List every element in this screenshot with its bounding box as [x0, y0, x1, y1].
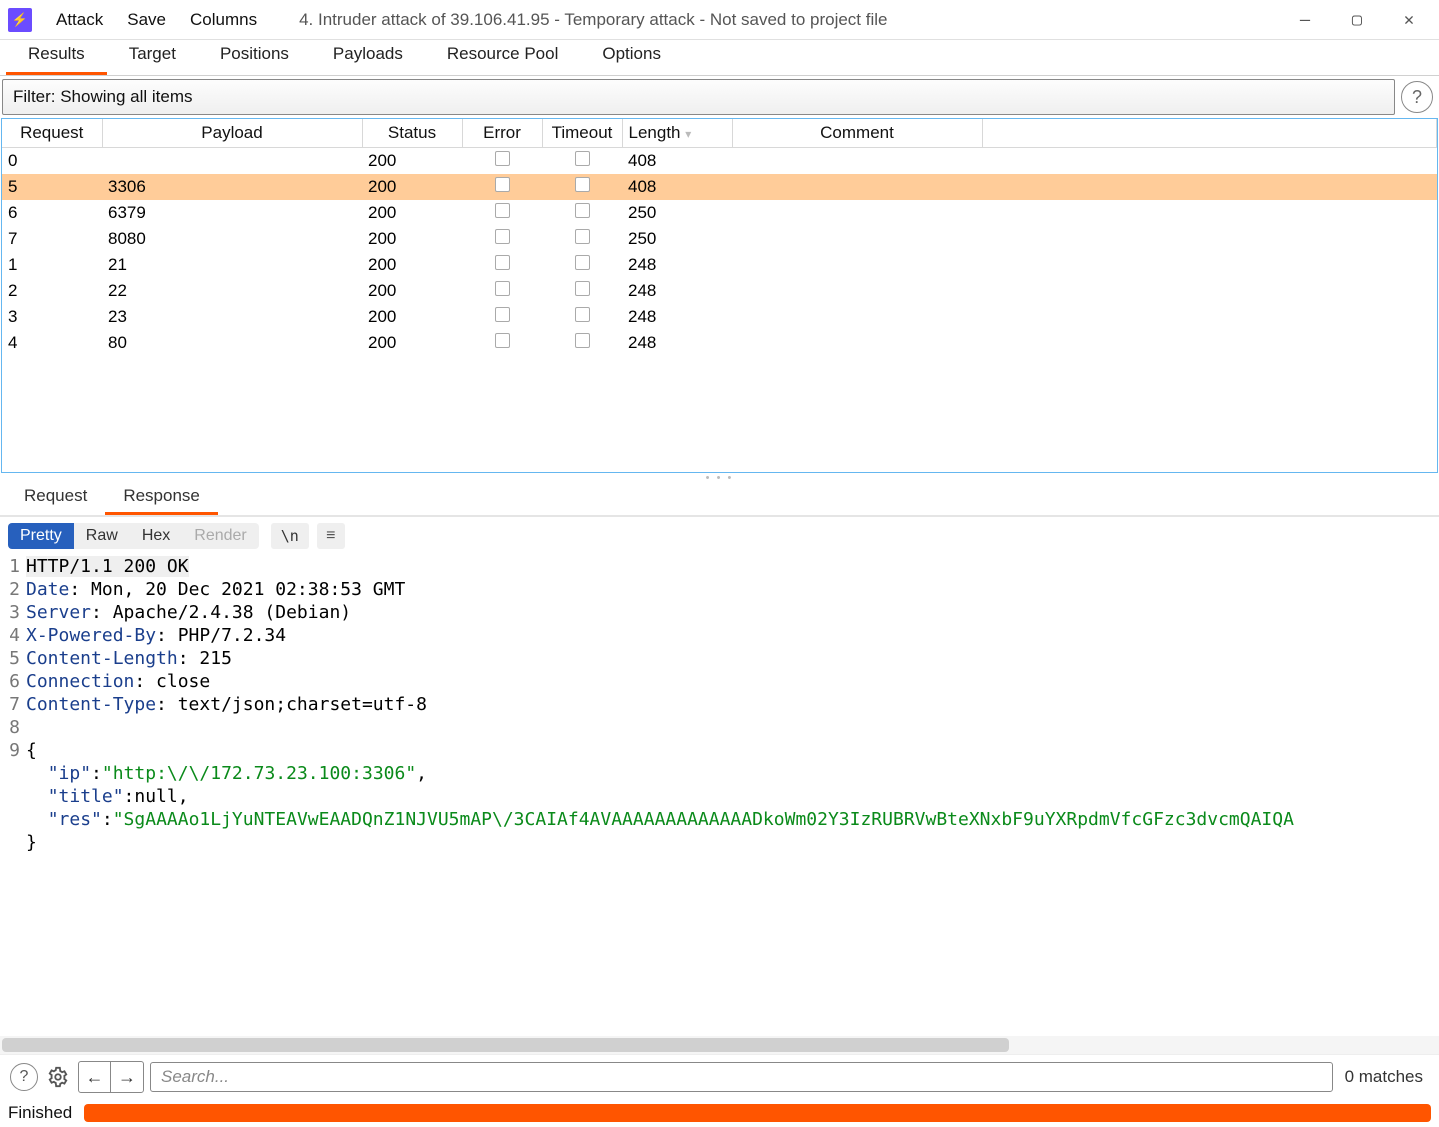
menu-columns[interactable]: Columns — [178, 0, 269, 40]
col-empty — [982, 119, 1437, 148]
minimize-button[interactable]: ― — [1279, 0, 1331, 40]
view-raw[interactable]: Raw — [74, 523, 130, 549]
table-row[interactable]: 323200248 — [2, 304, 1437, 330]
filter-bar: Filter: Showing all items ? — [2, 78, 1433, 116]
table-row[interactable]: 222200248 — [2, 278, 1437, 304]
error-checkbox[interactable] — [495, 281, 510, 296]
help-icon[interactable]: ? — [1401, 81, 1433, 113]
col-error[interactable]: Error — [462, 119, 542, 148]
view-render[interactable]: Render — [182, 523, 258, 549]
titlebar: ⚡ Attack Save Columns 4. Intruder attack… — [0, 0, 1439, 40]
error-checkbox[interactable] — [495, 333, 510, 348]
prev-match-button[interactable]: ← — [79, 1062, 111, 1092]
timeout-checkbox[interactable] — [575, 281, 590, 296]
chevron-down-icon: ▾ — [685, 127, 691, 141]
status-bar: Finished — [0, 1099, 1439, 1127]
tab-target[interactable]: Target — [107, 38, 198, 75]
table-header: Request Payload Status Error Timeout Len… — [2, 119, 1437, 148]
col-comment[interactable]: Comment — [732, 119, 982, 148]
timeout-checkbox[interactable] — [575, 151, 590, 166]
match-count: 0 matches — [1339, 1067, 1429, 1087]
error-checkbox[interactable] — [495, 255, 510, 270]
app-icon: ⚡ — [8, 8, 32, 32]
tab-positions[interactable]: Positions — [198, 38, 311, 75]
col-status[interactable]: Status — [362, 119, 462, 148]
error-checkbox[interactable] — [495, 307, 510, 322]
timeout-checkbox[interactable] — [575, 307, 590, 322]
view-bar: Pretty Raw Hex Render \n ≡ — [0, 517, 1439, 555]
table-row[interactable]: 78080200250 — [2, 226, 1437, 252]
tab-response[interactable]: Response — [105, 482, 218, 515]
error-checkbox[interactable] — [495, 177, 510, 192]
view-pretty[interactable]: Pretty — [8, 523, 74, 549]
error-checkbox[interactable] — [495, 151, 510, 166]
newline-chip[interactable]: \n — [271, 523, 309, 549]
col-payload[interactable]: Payload — [102, 119, 362, 148]
results-table: Request Payload Status Error Timeout Len… — [1, 118, 1438, 473]
timeout-checkbox[interactable] — [575, 229, 590, 244]
window-title: 4. Intruder attack of 39.106.41.95 - Tem… — [269, 10, 1279, 30]
table-row[interactable]: 480200248 — [2, 330, 1437, 356]
timeout-checkbox[interactable] — [575, 333, 590, 348]
tab-options[interactable]: Options — [580, 38, 683, 75]
timeout-checkbox[interactable] — [575, 203, 590, 218]
col-length[interactable]: Length ▾ — [622, 119, 732, 148]
tab-resource-pool[interactable]: Resource Pool — [425, 38, 581, 75]
tab-payloads[interactable]: Payloads — [311, 38, 425, 75]
col-request[interactable]: Request — [2, 119, 102, 148]
error-checkbox[interactable] — [495, 203, 510, 218]
maximize-button[interactable]: ▢ — [1331, 0, 1383, 40]
view-segment: Pretty Raw Hex Render — [8, 523, 259, 549]
gear-icon[interactable] — [44, 1063, 72, 1091]
error-checkbox[interactable] — [495, 229, 510, 244]
detail-tabs: Request Response — [0, 483, 1439, 517]
col-timeout[interactable]: Timeout — [542, 119, 622, 148]
next-match-button[interactable]: → — [111, 1062, 143, 1092]
menu-attack[interactable]: Attack — [44, 0, 115, 40]
table-row[interactable]: 66379200250 — [2, 200, 1437, 226]
timeout-checkbox[interactable] — [575, 177, 590, 192]
main-tabs: Results Target Positions Payloads Resour… — [0, 40, 1439, 76]
menu-save[interactable]: Save — [115, 0, 178, 40]
timeout-checkbox[interactable] — [575, 255, 590, 270]
tab-request[interactable]: Request — [6, 482, 105, 515]
table-row[interactable]: 53306200408 — [2, 174, 1437, 200]
hamburger-icon[interactable]: ≡ — [317, 523, 345, 549]
horizontal-scrollbar[interactable] — [0, 1036, 1439, 1054]
help-icon[interactable]: ? — [10, 1063, 38, 1091]
table-row[interactable]: 0200408 — [2, 148, 1437, 174]
progress-bar — [84, 1104, 1431, 1122]
response-search-bar: ? ← → Search... 0 matches — [0, 1054, 1439, 1099]
search-nav: ← → — [78, 1061, 144, 1093]
status-label: Finished — [8, 1103, 72, 1123]
table-row[interactable]: 121200248 — [2, 252, 1437, 278]
view-hex[interactable]: Hex — [130, 523, 182, 549]
close-button[interactable]: ✕ — [1383, 0, 1435, 40]
filter-box[interactable]: Filter: Showing all items — [2, 79, 1395, 115]
response-body[interactable]: 1HTTP/1.1 200 OK2Date: Mon, 20 Dec 2021 … — [0, 555, 1439, 1036]
search-input[interactable]: Search... — [150, 1062, 1333, 1092]
tab-results[interactable]: Results — [6, 38, 107, 75]
